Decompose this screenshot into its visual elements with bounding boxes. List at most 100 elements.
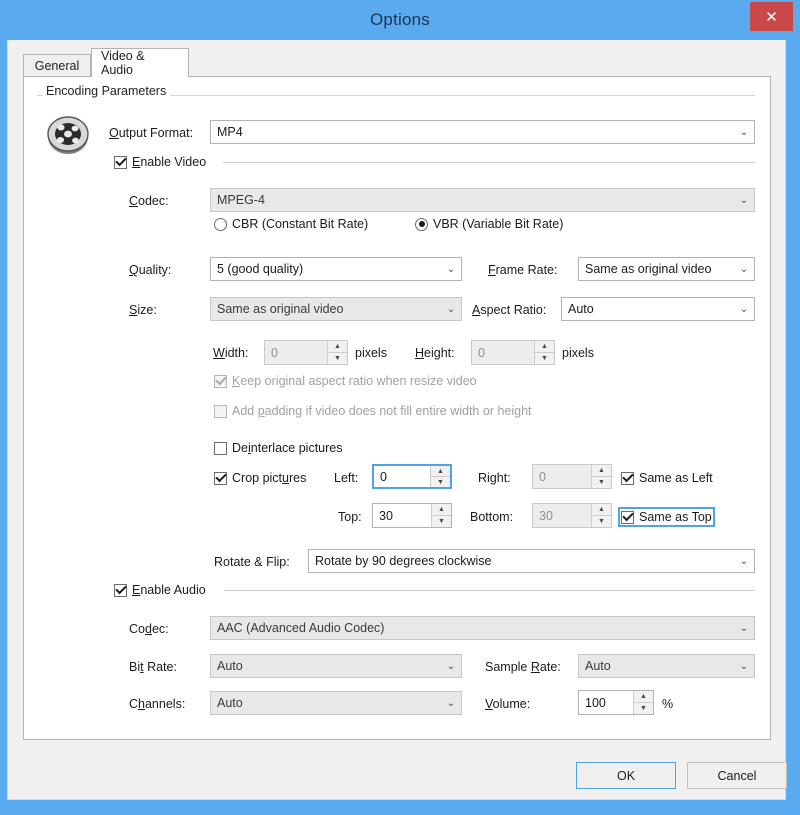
bit-rate-label: Bit Rate: <box>129 660 177 674</box>
add-padding-checkbox[interactable]: Add padding if video does not fill entir… <box>214 404 532 418</box>
rotate-flip-select[interactable]: Rotate by 90 degrees clockwise ⌄ <box>308 549 755 573</box>
tab-video-audio[interactable]: Video & Audio <box>91 48 189 77</box>
add-padding-label: Add padding if video does not fill entir… <box>232 404 532 418</box>
enable-video-label: Enable Video <box>132 155 207 169</box>
sample-rate-select[interactable]: Auto ⌄ <box>578 654 755 678</box>
volume-stepper[interactable]: 100 ▲ ▼ <box>578 690 654 715</box>
radio-cbr[interactable]: CBR (Constant Bit Rate) <box>214 217 368 231</box>
checkbox-box <box>214 441 227 455</box>
stepper-buttons[interactable]: ▲ ▼ <box>327 341 347 364</box>
crop-top-label: Top: <box>338 510 362 524</box>
enable-audio-separator <box>224 590 755 591</box>
stepper-down-icon[interactable]: ▼ <box>592 477 611 488</box>
frame-rate-label: Frame Rate: <box>488 263 558 277</box>
stepper-down-icon[interactable]: ▼ <box>634 703 653 714</box>
stepper-down-icon[interactable]: ▼ <box>592 516 611 527</box>
stepper-buttons[interactable]: ▲ ▼ <box>430 466 450 487</box>
quality-select[interactable]: 5 (good quality) ⌄ <box>210 257 462 281</box>
stepper-buttons[interactable]: ▲ ▼ <box>591 465 611 488</box>
group-title: Encoding Parameters <box>42 84 171 98</box>
height-stepper[interactable]: 0 ▲ ▼ <box>471 340 555 365</box>
stepper-up-icon[interactable]: ▲ <box>634 691 653 703</box>
keep-aspect-ratio-label: Keep original aspect ratio when resize v… <box>232 374 477 388</box>
crop-bottom-label: Bottom: <box>470 510 514 524</box>
crop-top-stepper[interactable]: 30 ▲ ▼ <box>372 503 452 528</box>
aspect-ratio-select[interactable]: Auto ⌄ <box>561 297 755 321</box>
checkbox-box <box>114 155 127 169</box>
close-icon[interactable]: ✕ <box>750 2 793 31</box>
checkbox-box <box>214 471 227 485</box>
ok-button[interactable]: OK <box>576 762 676 789</box>
output-format-select[interactable]: MP4 ⌄ <box>210 120 755 144</box>
chevron-down-icon: ⌄ <box>739 263 749 275</box>
chevron-down-icon: ⌄ <box>739 126 749 138</box>
video-codec-label: Codec: <box>129 194 169 208</box>
enable-video-separator <box>223 162 755 163</box>
dialog-body: General Video & Audio Encoding Parameter… <box>7 40 787 800</box>
stepper-buttons[interactable]: ▲ ▼ <box>633 691 653 714</box>
group-border-line <box>169 95 755 96</box>
frame-rate-select[interactable]: Same as original video ⌄ <box>578 257 755 281</box>
keep-aspect-ratio-checkbox[interactable]: Keep original aspect ratio when resize v… <box>214 374 477 388</box>
width-stepper[interactable]: 0 ▲ ▼ <box>264 340 348 365</box>
checkbox-box <box>214 374 227 388</box>
radio-circle <box>415 217 428 231</box>
size-label: Size: <box>129 303 157 317</box>
enable-audio-checkbox[interactable]: Enable Audio <box>114 583 206 597</box>
chevron-down-icon: ⌄ <box>739 194 749 206</box>
chevron-down-icon: ⌄ <box>739 555 749 567</box>
bit-rate-select[interactable]: Auto ⌄ <box>210 654 462 678</box>
stepper-buttons[interactable]: ▲ ▼ <box>534 341 554 364</box>
stepper-buttons[interactable]: ▲ ▼ <box>591 504 611 527</box>
same-as-top-label: Same as Top <box>639 510 712 524</box>
deinterlace-checkbox[interactable]: Deinterlace pictures <box>214 441 342 455</box>
audio-codec-select[interactable]: AAC (Advanced Audio Codec) ⌄ <box>210 616 755 640</box>
same-as-left-label: Same as Left <box>639 471 713 485</box>
width-unit-label: pixels <box>355 346 387 360</box>
window-title: Options <box>370 10 430 29</box>
video-codec-select[interactable]: MPEG-4 ⌄ <box>210 188 755 212</box>
channels-label: Channels: <box>129 697 186 711</box>
options-dialog-window: Options ✕ General Video & Audio Encoding… <box>0 0 800 815</box>
aspect-ratio-label: Aspect Ratio: <box>472 303 547 317</box>
cancel-button[interactable]: Cancel <box>687 762 787 789</box>
crop-right-stepper[interactable]: 0 ▲ ▼ <box>532 464 612 489</box>
output-format-label: Output Format: <box>109 126 194 140</box>
height-unit-label: pixels <box>562 346 594 360</box>
stepper-up-icon[interactable]: ▲ <box>592 465 611 477</box>
stepper-down-icon[interactable]: ▼ <box>328 353 347 364</box>
stepper-up-icon[interactable]: ▲ <box>328 341 347 353</box>
chevron-down-icon: ⌄ <box>739 660 749 672</box>
same-as-top-checkbox[interactable]: Same as Top <box>618 507 715 527</box>
size-select[interactable]: Same as original video ⌄ <box>210 297 462 321</box>
width-label: Width: <box>213 346 249 360</box>
stepper-down-icon[interactable]: ▼ <box>535 353 554 364</box>
stepper-buttons[interactable]: ▲ ▼ <box>431 504 451 527</box>
chevron-down-icon: ⌄ <box>446 263 456 275</box>
stepper-up-icon[interactable]: ▲ <box>535 341 554 353</box>
stepper-down-icon[interactable]: ▼ <box>431 477 450 487</box>
crop-left-label: Left: <box>334 471 359 485</box>
chevron-down-icon: ⌄ <box>446 660 456 672</box>
radio-vbr[interactable]: VBR (Variable Bit Rate) <box>415 217 563 231</box>
stepper-down-icon[interactable]: ▼ <box>432 516 451 527</box>
enable-video-checkbox[interactable]: Enable Video <box>114 155 206 169</box>
tab-general[interactable]: General <box>23 54 91 76</box>
crop-left-stepper[interactable]: 0 ▲ ▼ <box>372 464 452 489</box>
chevron-down-icon: ⌄ <box>446 697 456 709</box>
chevron-down-icon: ⌄ <box>739 303 749 315</box>
height-label: Height: <box>415 346 455 360</box>
crop-right-label: Right: <box>478 471 511 485</box>
enable-audio-label: Enable Audio <box>132 583 206 597</box>
crop-pictures-label: Crop pictures <box>232 471 307 485</box>
stepper-up-icon[interactable]: ▲ <box>592 504 611 516</box>
checkbox-box <box>621 471 634 485</box>
stepper-up-icon[interactable]: ▲ <box>431 466 450 477</box>
crop-pictures-checkbox[interactable]: Crop pictures <box>214 471 306 485</box>
volume-label: Volume: <box>485 697 531 711</box>
crop-bottom-stepper[interactable]: 30 ▲ ▼ <box>532 503 612 528</box>
channels-select[interactable]: Auto ⌄ <box>210 691 462 715</box>
stepper-up-icon[interactable]: ▲ <box>432 504 451 516</box>
same-as-left-checkbox[interactable]: Same as Left <box>621 471 713 485</box>
tab-page-video-audio: Encoding Parameters Output Format: MP4 ⌄ <box>23 76 771 740</box>
